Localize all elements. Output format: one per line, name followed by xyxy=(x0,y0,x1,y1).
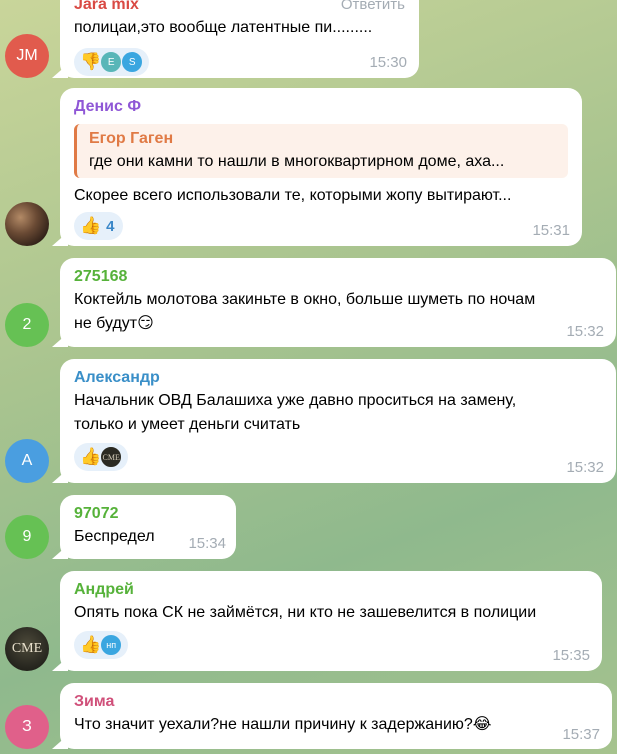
reply-link[interactable]: Ответить xyxy=(341,0,405,16)
message-bubble[interactable]: Александр Начальник ОВД Балашиха уже дав… xyxy=(60,359,616,483)
message-text-line-2: только и умеет деньги считать xyxy=(74,416,301,433)
sender-name[interactable]: Зима xyxy=(74,691,598,713)
avatar[interactable]: 9 xyxy=(5,515,49,559)
message-time: 15:30 xyxy=(369,54,407,71)
sender-name[interactable]: 275168 xyxy=(74,266,602,288)
reaction-thumbs-up[interactable]: 👍 CME xyxy=(74,443,129,471)
message-bubble[interactable]: 97072 Беспредел 15:34 xyxy=(60,495,236,559)
reactor-avatar: CME xyxy=(100,446,123,468)
message-bubble[interactable]: Денис Ф Егор Гаген где они камни то нашл… xyxy=(60,88,582,246)
message-time: 15:37 xyxy=(562,726,600,743)
reaction-thumbs-up[interactable]: 👍 нп xyxy=(74,631,129,659)
message-text-line-1: Коктейль молотова закиньте в окно, больш… xyxy=(74,291,536,308)
sender-name[interactable]: 97072 xyxy=(74,503,222,525)
avatar[interactable]: JM xyxy=(5,34,49,78)
message-time: 15:32 xyxy=(566,459,604,476)
message-time: 15:31 xyxy=(532,222,570,239)
message-bubble[interactable]: 275168 Коктейль молотова закиньте в окно… xyxy=(60,258,616,347)
avatar[interactable] xyxy=(5,202,49,246)
message-text-line-1: Начальник ОВД Балашиха уже давно просить… xyxy=(74,392,517,409)
sender-name[interactable]: Александр xyxy=(74,367,602,389)
reaction-count: 4 xyxy=(106,217,115,235)
message-text: Опять пока СК не займётся, ни кто не заш… xyxy=(74,604,537,621)
reactions: 👍 4 xyxy=(74,212,568,242)
avatar[interactable]: 2 xyxy=(5,303,49,347)
message-time: 15:34 xyxy=(188,535,226,552)
sender-name[interactable]: Андрей xyxy=(74,579,588,601)
reactions: 👎 E S xyxy=(74,48,405,78)
message-time: 15:35 xyxy=(552,647,590,664)
message-text: полицаи,это вообще латентные пи......... xyxy=(74,19,373,36)
reactions: 👍 CME xyxy=(74,443,602,473)
thumbs-up-icon: 👍 xyxy=(80,447,102,466)
avatar[interactable]: CME xyxy=(5,627,49,671)
reactor-avatar: S xyxy=(121,51,144,73)
reactor-avatar: E xyxy=(100,51,123,73)
reaction-thumbs-up[interactable]: 👍 4 xyxy=(74,212,123,240)
avatar[interactable]: З xyxy=(5,705,49,749)
reply-author: Егор Гаген xyxy=(89,130,174,147)
reaction-thumbs-down[interactable]: 👎 E S xyxy=(74,48,150,76)
reply-quote[interactable]: Егор Гаген где они камни то нашли в мног… xyxy=(74,124,568,178)
message-bubble[interactable]: Jara mix Ответить полицаи,это вообще лат… xyxy=(60,0,419,78)
message-bubble[interactable]: Андрей Опять пока СК не займётся, ни кто… xyxy=(60,571,602,671)
reply-text: где они камни то нашли в многоквартирном… xyxy=(89,153,505,170)
message-bubble[interactable]: Зима Что значит уехали?не нашли причину … xyxy=(60,683,612,749)
sender-name[interactable]: Jara mix xyxy=(74,0,139,16)
thumbs-up-icon: 👍 xyxy=(80,635,102,654)
sender-name[interactable]: Денис Ф xyxy=(74,96,568,118)
thumbs-down-icon: 👎 xyxy=(80,52,102,71)
reactions: 👍 нп xyxy=(74,631,588,661)
message-text: Скорее всего использовали те, которыми ж… xyxy=(74,187,512,204)
message-time: 15:32 xyxy=(566,323,604,340)
avatar[interactable]: A xyxy=(5,439,49,483)
thumbs-up-icon: 👍 xyxy=(80,216,102,235)
message-text: Что значит уехали?не нашли причину к зад… xyxy=(74,716,492,733)
reactor-avatar: нп xyxy=(100,634,123,656)
message-text-line-2: не будут😏 xyxy=(74,315,154,332)
